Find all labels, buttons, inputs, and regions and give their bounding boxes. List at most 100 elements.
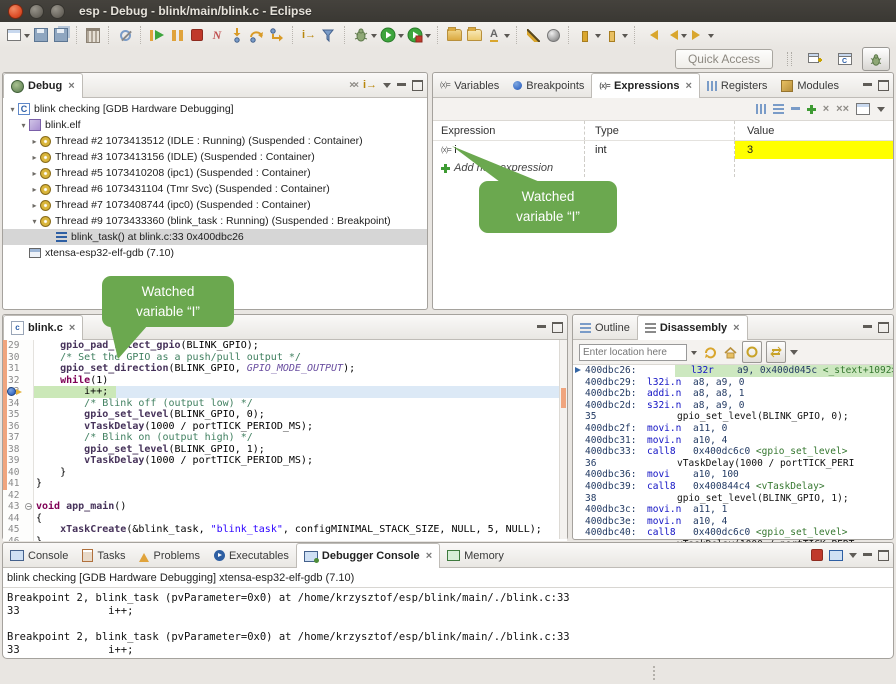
debug-tree-row[interactable]: blink_task() at blink.c:33 0x400dbc26 bbox=[3, 229, 427, 245]
disassembly-line[interactable]: 400dbc40:call80x400dc6c0 <gpio_set_level… bbox=[573, 527, 893, 539]
minimize-icon[interactable] bbox=[537, 325, 546, 331]
new-view-icon[interactable] bbox=[856, 103, 870, 115]
code-line[interactable]: 39 vTaskDelay(1000 / portTICK_PERIOD_MS)… bbox=[3, 455, 567, 467]
editor-gutter[interactable]: 30 bbox=[3, 352, 34, 364]
disassembly-source-line[interactable]: 36vTaskDelay(1000 / portTICK_PERI bbox=[573, 458, 893, 470]
code-line[interactable]: 45 xTaskCreate(&blink_task, "blink_task"… bbox=[3, 524, 567, 536]
annotate-dropdown-icon[interactable] bbox=[504, 34, 510, 41]
tab-console[interactable]: Console bbox=[3, 544, 75, 567]
run-dropdown-icon[interactable] bbox=[398, 34, 404, 41]
pin-up-button[interactable] bbox=[602, 25, 622, 45]
column-value[interactable]: Value bbox=[735, 121, 893, 140]
maximize-icon[interactable] bbox=[878, 80, 889, 91]
collapse-all-icon[interactable] bbox=[791, 107, 800, 113]
editor-gutter[interactable]: 32 bbox=[3, 375, 34, 387]
instruction-step-mode-icon[interactable] bbox=[363, 79, 377, 91]
code-line[interactable]: 33 i++; bbox=[3, 386, 567, 398]
editor-gutter[interactable]: 38 bbox=[3, 444, 34, 456]
column-expression[interactable]: Expression bbox=[433, 121, 585, 140]
run-button[interactable] bbox=[378, 25, 398, 45]
close-icon[interactable]: × bbox=[426, 550, 432, 562]
code-line[interactable]: 31 gpio_set_direction(BLINK_GPIO, GPIO_M… bbox=[3, 363, 567, 375]
pin-down-dropdown-icon[interactable] bbox=[595, 34, 601, 41]
fold-collapse-icon[interactable] bbox=[25, 503, 32, 510]
editor-gutter[interactable]: 34 bbox=[3, 398, 34, 410]
maximize-icon[interactable] bbox=[552, 322, 563, 333]
tab-debugger-console[interactable]: Debugger Console× bbox=[296, 543, 440, 568]
window-maximize-button[interactable] bbox=[50, 4, 65, 19]
forward-dropdown-icon[interactable] bbox=[708, 34, 714, 41]
new-dropdown-icon[interactable] bbox=[24, 34, 30, 41]
pin-down-button[interactable] bbox=[575, 25, 595, 45]
tab-outline[interactable]: Outline bbox=[573, 316, 637, 339]
home-icon[interactable] bbox=[722, 342, 738, 362]
editor-gutter[interactable]: 46 bbox=[3, 536, 34, 542]
close-icon[interactable]: × bbox=[733, 322, 739, 334]
maximize-icon[interactable] bbox=[878, 322, 889, 333]
remove-all-terminated-icon[interactable]: ×× bbox=[349, 80, 357, 91]
external-tools-dropdown-icon[interactable] bbox=[425, 34, 431, 41]
editor-gutter[interactable]: 39 bbox=[3, 455, 34, 467]
disassembly-line[interactable]: 400dbc39:call80x400844c4 <vTaskDelay> bbox=[573, 481, 893, 493]
resume-button[interactable] bbox=[147, 25, 167, 45]
location-dropdown-icon[interactable] bbox=[691, 351, 697, 358]
tab-memory[interactable]: Memory bbox=[440, 544, 511, 567]
disassembly-source-line[interactable]: 35gpio_set_level(BLINK_GPIO, 0); bbox=[573, 411, 893, 423]
debug-tree-row[interactable]: ▸Thread #6 1073431104 (Tmr Svc) (Suspend… bbox=[3, 181, 427, 197]
disassembly-line[interactable]: 400dbc29:l32i.na8, a9, 0 bbox=[573, 377, 893, 389]
expander-icon[interactable]: ▸ bbox=[29, 169, 40, 178]
breakpoint-icon[interactable] bbox=[7, 387, 16, 396]
view-menu-icon[interactable] bbox=[383, 83, 391, 92]
code-line[interactable]: 32 while(1) bbox=[3, 375, 567, 387]
editor-gutter[interactable]: 35 bbox=[3, 409, 34, 421]
editor-gutter[interactable]: 45 bbox=[3, 524, 34, 536]
debug-button[interactable] bbox=[351, 25, 371, 45]
open-perspective-button[interactable] bbox=[802, 48, 828, 70]
code-line[interactable]: 30 /* Set the GPIO as a push/pull output… bbox=[3, 352, 567, 364]
code-line[interactable]: 40 } bbox=[3, 467, 567, 479]
editor-gutter[interactable]: 41 bbox=[3, 478, 34, 490]
sync-selection-toggle[interactable] bbox=[766, 341, 786, 363]
code-line[interactable]: 41} bbox=[3, 478, 567, 490]
terminate-button[interactable] bbox=[187, 25, 207, 45]
maximize-icon[interactable] bbox=[878, 550, 889, 561]
window-minimize-button[interactable] bbox=[29, 4, 44, 19]
close-icon[interactable]: × bbox=[68, 80, 74, 92]
save-button[interactable] bbox=[31, 25, 51, 45]
code-line[interactable]: 29 gpio_pad_select_gpio(BLINK_GPIO); bbox=[3, 340, 567, 352]
editor-gutter[interactable]: 33 bbox=[3, 386, 34, 398]
minimize-icon[interactable] bbox=[397, 83, 406, 89]
build-button[interactable] bbox=[83, 25, 103, 45]
code-line[interactable]: 38 gpio_set_level(BLINK_GPIO, 1); bbox=[3, 444, 567, 456]
forward-button[interactable] bbox=[688, 25, 708, 45]
back-button[interactable] bbox=[641, 25, 661, 45]
remove-all-expressions-icon[interactable]: ×× bbox=[836, 103, 849, 115]
sphere-button[interactable] bbox=[543, 25, 563, 45]
tab-disassembly[interactable]: Disassembly× bbox=[637, 315, 748, 340]
sash-handle[interactable] bbox=[653, 666, 658, 680]
tab-blink-c[interactable]: c blink.c × bbox=[3, 315, 83, 340]
editor-gutter[interactable]: 43 bbox=[3, 501, 34, 513]
editor-gutter[interactable]: 31 bbox=[3, 363, 34, 375]
close-icon[interactable]: × bbox=[685, 80, 691, 92]
tab-tasks[interactable]: Tasks bbox=[75, 544, 132, 567]
expander-icon[interactable]: ▸ bbox=[29, 153, 40, 162]
tab-variables[interactable]: (x)=Variables bbox=[433, 74, 506, 97]
terminate-console-icon[interactable] bbox=[811, 549, 823, 561]
tab-registers[interactable]: Registers bbox=[700, 74, 774, 97]
display-selected-console-icon[interactable] bbox=[829, 550, 843, 561]
code-line[interactable]: 42 bbox=[3, 490, 567, 502]
paintbrush-button[interactable] bbox=[523, 25, 543, 45]
tab-executables[interactable]: Executables bbox=[207, 544, 296, 567]
close-icon[interactable]: × bbox=[69, 322, 75, 334]
tab-modules[interactable]: Modules bbox=[774, 74, 846, 97]
debug-dropdown-icon[interactable] bbox=[371, 34, 377, 41]
editor-gutter[interactable]: 29 bbox=[3, 340, 34, 352]
code-line[interactable]: 46} bbox=[3, 536, 567, 542]
instruction-stepping-button[interactable] bbox=[299, 25, 319, 45]
editor-gutter[interactable]: 37 bbox=[3, 432, 34, 444]
disassembly-line[interactable]: 400dbc3c:movi.na11, 1 bbox=[573, 504, 893, 516]
minimize-icon[interactable] bbox=[863, 83, 872, 89]
debug-tree-row[interactable]: ▾Cblink checking [GDB Hardware Debugging… bbox=[3, 101, 427, 117]
back-history-button[interactable] bbox=[661, 25, 681, 45]
